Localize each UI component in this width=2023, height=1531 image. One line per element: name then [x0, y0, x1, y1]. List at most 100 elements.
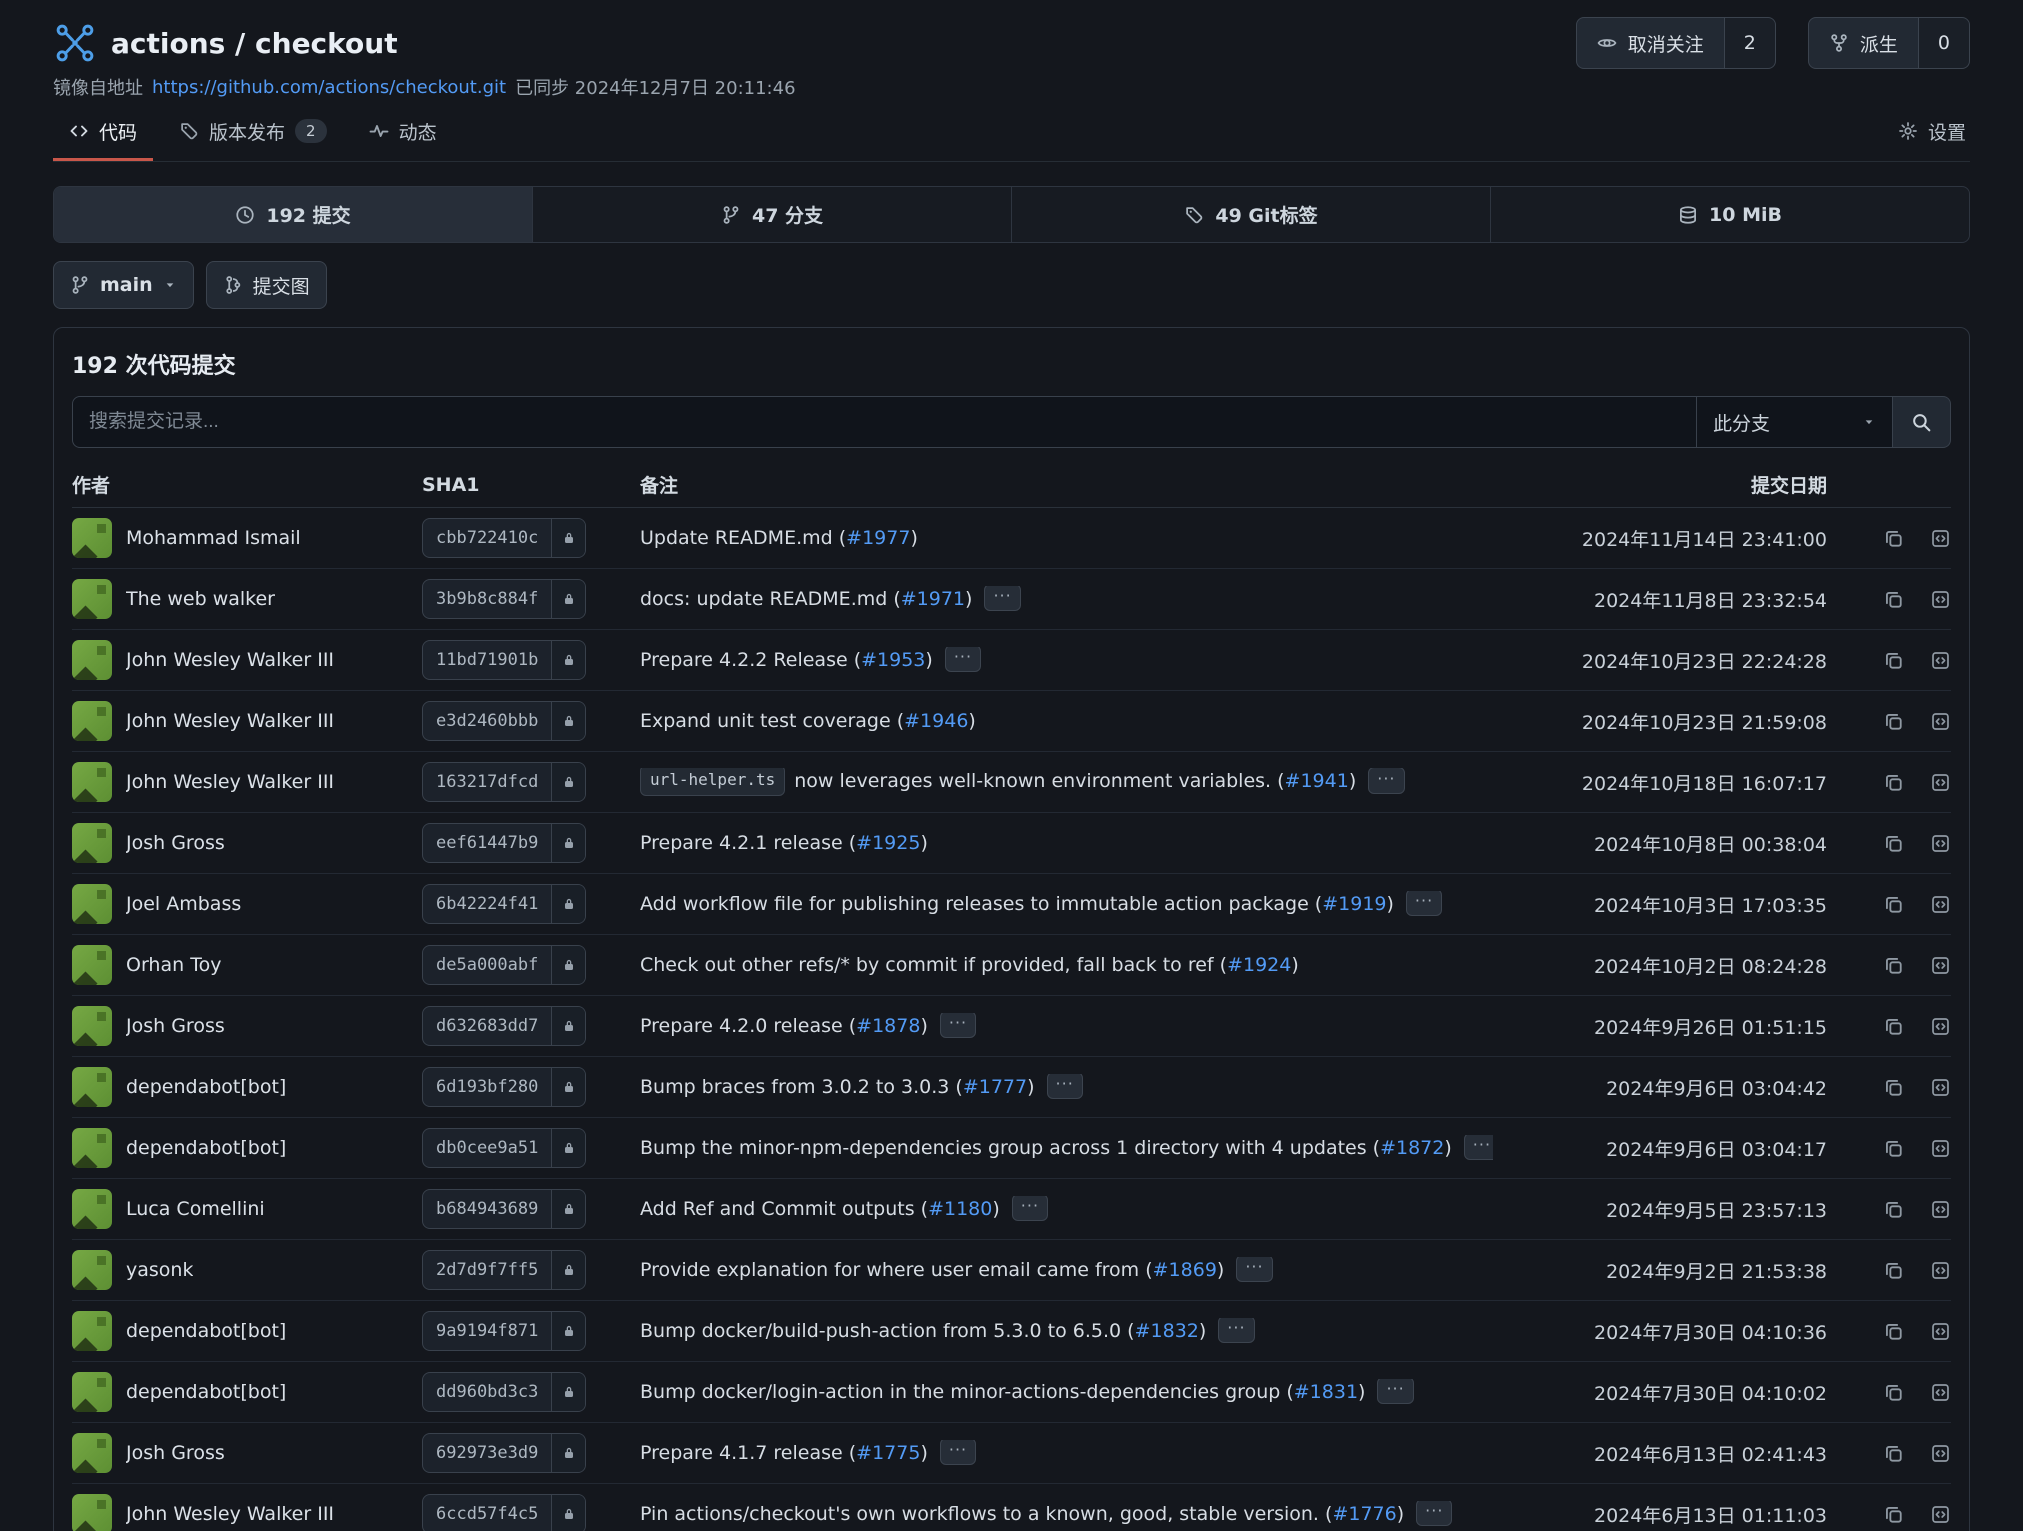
avatar[interactable] [72, 945, 112, 985]
copy-sha-button[interactable] [1883, 1321, 1904, 1342]
tab-activity[interactable]: 动态 [353, 104, 453, 161]
issue-link[interactable]: #1869 [1153, 1259, 1217, 1281]
avatar[interactable] [72, 762, 112, 802]
copy-sha-button[interactable] [1883, 955, 1904, 976]
avatar[interactable] [72, 823, 112, 863]
avatar[interactable] [72, 1067, 112, 1107]
browse-source-button[interactable] [1930, 528, 1951, 549]
copy-sha-button[interactable] [1883, 650, 1904, 671]
copy-sha-button[interactable] [1883, 589, 1904, 610]
copy-sha-button[interactable] [1883, 528, 1904, 549]
commit-sha-button[interactable]: 6ccd57f4c5 [422, 1494, 586, 1531]
commit-message[interactable]: Expand unit test coverage ( [640, 710, 904, 732]
issue-link[interactable]: #1953 [861, 649, 925, 671]
commit-graph-button[interactable]: 提交图 [206, 261, 327, 309]
commit-sha-button[interactable]: 2d7d9f7ff5 [422, 1250, 586, 1290]
browse-source-button[interactable] [1930, 894, 1951, 915]
expand-commit-button[interactable]: ··· [1464, 1135, 1493, 1161]
commit-author-name[interactable]: dependabot[bot] [126, 1320, 286, 1342]
browse-source-button[interactable] [1930, 1321, 1951, 1342]
commit-message[interactable]: Check out other refs/* by commit if prov… [640, 954, 1227, 976]
browse-source-button[interactable] [1930, 1504, 1951, 1525]
expand-commit-button[interactable]: ··· [940, 1013, 976, 1039]
issue-link[interactable]: #1941 [1285, 771, 1349, 793]
commit-sha-button[interactable]: e3d2460bbb [422, 701, 586, 741]
commit-sha-button[interactable]: 6b42224f41 [422, 884, 586, 924]
browse-source-button[interactable] [1930, 1199, 1951, 1220]
commit-sha-button[interactable]: 9a9194f871 [422, 1311, 586, 1351]
mirror-url-link[interactable]: https://github.com/actions/checkout.git [152, 77, 506, 98]
commit-sha-button[interactable]: d632683dd7 [422, 1006, 586, 1046]
browse-source-button[interactable] [1930, 1016, 1951, 1037]
copy-sha-button[interactable] [1883, 1138, 1904, 1159]
expand-commit-button[interactable]: ··· [945, 647, 981, 673]
expand-commit-button[interactable]: ··· [1236, 1257, 1272, 1283]
issue-link[interactable]: #1946 [904, 710, 968, 732]
issue-link[interactable]: #1775 [856, 1442, 920, 1464]
copy-sha-button[interactable] [1883, 1443, 1904, 1464]
commit-message[interactable]: Bump braces from 3.0.2 to 3.0.3 ( [640, 1076, 963, 1098]
commit-author-name[interactable]: dependabot[bot] [126, 1381, 286, 1403]
commit-author-name[interactable]: John Wesley Walker III [126, 771, 334, 793]
browse-source-button[interactable] [1930, 1138, 1951, 1159]
copy-sha-button[interactable] [1883, 833, 1904, 854]
issue-link[interactable]: #1831 [1294, 1381, 1358, 1403]
expand-commit-button[interactable]: ··· [1047, 1074, 1083, 1100]
commit-message[interactable]: Prepare 4.2.2 Release ( [640, 649, 861, 671]
commit-message[interactable]: Bump docker/build-push-action from 5.3.0… [640, 1320, 1135, 1342]
forks-count-button[interactable]: 0 [1919, 17, 1970, 69]
avatar[interactable] [72, 518, 112, 558]
commit-message[interactable]: Bump docker/login-action in the minor-ac… [640, 1381, 1294, 1403]
browse-source-button[interactable] [1930, 772, 1951, 793]
commit-author-name[interactable]: dependabot[bot] [126, 1076, 286, 1098]
browse-source-button[interactable] [1930, 1382, 1951, 1403]
copy-sha-button[interactable] [1883, 1504, 1904, 1525]
commit-sha-button[interactable]: 3b9b8c884f [422, 579, 586, 619]
avatar[interactable] [72, 1250, 112, 1290]
commit-sha-button[interactable]: 692973e3d9 [422, 1433, 586, 1473]
repo-title[interactable]: actions / checkout [111, 27, 398, 60]
commit-message[interactable]: docs: update README.md ( [640, 588, 901, 610]
commit-message[interactable]: Add Ref and Commit outputs ( [640, 1198, 928, 1220]
avatar[interactable] [72, 1494, 112, 1531]
copy-sha-button[interactable] [1883, 894, 1904, 915]
avatar[interactable] [72, 701, 112, 741]
commit-sha-button[interactable]: db0cee9a51 [422, 1128, 586, 1168]
commit-sha-button[interactable]: cbb722410c [422, 518, 586, 558]
commit-sha-button[interactable]: eef61447b9 [422, 823, 586, 863]
commit-message[interactable]: Update README.md ( [640, 527, 846, 549]
issue-link[interactable]: #1180 [928, 1198, 992, 1220]
commit-author-name[interactable]: John Wesley Walker III [126, 710, 334, 732]
commit-sha-button[interactable]: 11bd71901b [422, 640, 586, 680]
browse-source-button[interactable] [1930, 650, 1951, 671]
search-button[interactable] [1893, 396, 1951, 448]
avatar[interactable] [72, 1128, 112, 1168]
stat-tags[interactable]: 49 Git标签 [1011, 187, 1490, 242]
commit-author-name[interactable]: Mohammad Ismail [126, 527, 301, 549]
copy-sha-button[interactable] [1883, 1016, 1904, 1037]
avatar[interactable] [72, 1311, 112, 1351]
avatar[interactable] [72, 1189, 112, 1229]
avatar[interactable] [72, 884, 112, 924]
commit-author-name[interactable]: Joel Ambass [126, 893, 241, 915]
issue-link[interactable]: #1924 [1227, 954, 1291, 976]
commit-message[interactable]: Add workflow file for publishing release… [640, 893, 1322, 915]
commit-sha-button[interactable]: b684943689 [422, 1189, 586, 1229]
commit-message[interactable]: Bump the minor-npm-dependencies group ac… [640, 1137, 1380, 1159]
commit-message[interactable]: now leverages well-known environment var… [794, 771, 1284, 793]
stat-commits[interactable]: 192 提交 [54, 187, 532, 242]
tab-settings[interactable]: 设置 [1882, 104, 1970, 161]
avatar[interactable] [72, 640, 112, 680]
commit-message[interactable]: Provide explanation for where user email… [640, 1259, 1153, 1281]
copy-sha-button[interactable] [1883, 711, 1904, 732]
commit-author-name[interactable]: John Wesley Walker III [126, 649, 334, 671]
tab-releases[interactable]: 版本发布 2 [163, 104, 343, 161]
expand-commit-button[interactable]: ··· [940, 1440, 976, 1466]
commit-author-name[interactable]: dependabot[bot] [126, 1137, 286, 1159]
browse-source-button[interactable] [1930, 1443, 1951, 1464]
watchers-count-button[interactable]: 2 [1725, 17, 1776, 69]
copy-sha-button[interactable] [1883, 1199, 1904, 1220]
avatar[interactable] [72, 1372, 112, 1412]
commit-author-name[interactable]: Luca Comellini [126, 1198, 265, 1220]
issue-link[interactable]: #1977 [846, 527, 910, 549]
